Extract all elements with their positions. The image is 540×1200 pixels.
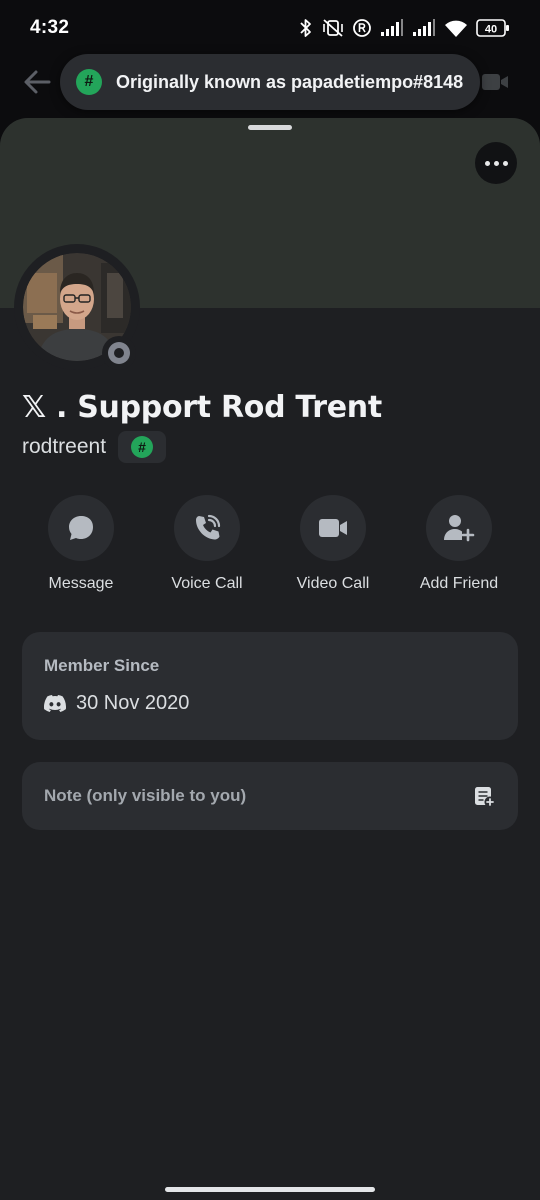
voice-call-label: Voice Call <box>171 575 243 592</box>
message-button[interactable]: Message <box>18 495 144 595</box>
video-call-button[interactable]: Video Call <box>270 495 396 595</box>
hashtag-icon: # <box>131 436 154 458</box>
battery-level: 40 <box>485 24 497 36</box>
action-circle <box>426 495 492 561</box>
registered-icon <box>352 18 372 38</box>
username: rodtreent <box>22 435 107 458</box>
hashtag-badge[interactable]: # <box>118 431 167 463</box>
phone-icon <box>196 514 221 540</box>
action-circle <box>300 495 366 561</box>
display-name: 𝕏 . Support Rod Trent <box>22 390 382 425</box>
message-label: Message <box>48 575 114 592</box>
action-circle <box>174 495 240 561</box>
home-indicator[interactable] <box>165 1187 375 1192</box>
member-since-card: Member Since 30 Nov 2020 <box>22 632 518 740</box>
video-camera-icon <box>319 519 347 537</box>
toast-notification[interactable]: # Originally known as papadetiempo#8148 <box>60 54 480 110</box>
signal-icon <box>412 19 436 37</box>
discord-logo-icon <box>44 695 66 712</box>
more-options-button[interactable] <box>475 142 517 184</box>
dot-icon <box>484 160 490 166</box>
member-since-date: 30 Nov 2020 <box>76 692 190 714</box>
mute-vibrate-icon <box>322 18 344 38</box>
add-friend-icon <box>444 515 475 542</box>
signal-icon <box>380 19 404 37</box>
dot-icon <box>493 160 499 166</box>
presence-status-indicator <box>102 336 136 370</box>
drag-handle[interactable] <box>248 125 292 130</box>
status-time: 4:32 <box>30 17 70 38</box>
action-circle <box>48 495 114 561</box>
note-field[interactable]: Note (only visible to you) <box>22 762 518 830</box>
member-since-title: Member Since <box>44 656 160 675</box>
status-bar: 4:32 40 <box>0 0 540 56</box>
video-camera-icon[interactable] <box>480 68 510 96</box>
toast-text: Originally known as papadetiempo#8148 <box>116 71 464 92</box>
status-icons: 40 <box>298 18 510 38</box>
battery-icon: 40 <box>476 19 510 37</box>
note-placeholder: Note (only visible to you) <box>44 786 247 805</box>
video-call-label: Video Call <box>296 575 370 592</box>
wifi-icon <box>444 18 468 38</box>
profile-sheet: 𝕏 . Support Rod Trent rodtreent # Messag… <box>0 118 540 1200</box>
add-friend-label: Add Friend <box>419 575 499 592</box>
bluetooth-icon <box>298 18 314 38</box>
profile-actions: Message Voice Call Video Call Add Friend <box>0 495 540 595</box>
hashtag-badge-icon: # <box>76 69 102 95</box>
member-since-row: 30 Nov 2020 <box>44 692 189 715</box>
voice-call-button[interactable]: Voice Call <box>144 495 270 595</box>
chat-bubble-icon <box>69 516 93 540</box>
dot-icon <box>502 160 508 166</box>
add-note-icon[interactable] <box>474 786 496 808</box>
offline-status-icon <box>108 342 130 364</box>
add-friend-button[interactable]: Add Friend <box>396 495 522 595</box>
username-row: rodtreent # <box>22 430 167 464</box>
back-arrow-icon[interactable] <box>22 68 52 96</box>
